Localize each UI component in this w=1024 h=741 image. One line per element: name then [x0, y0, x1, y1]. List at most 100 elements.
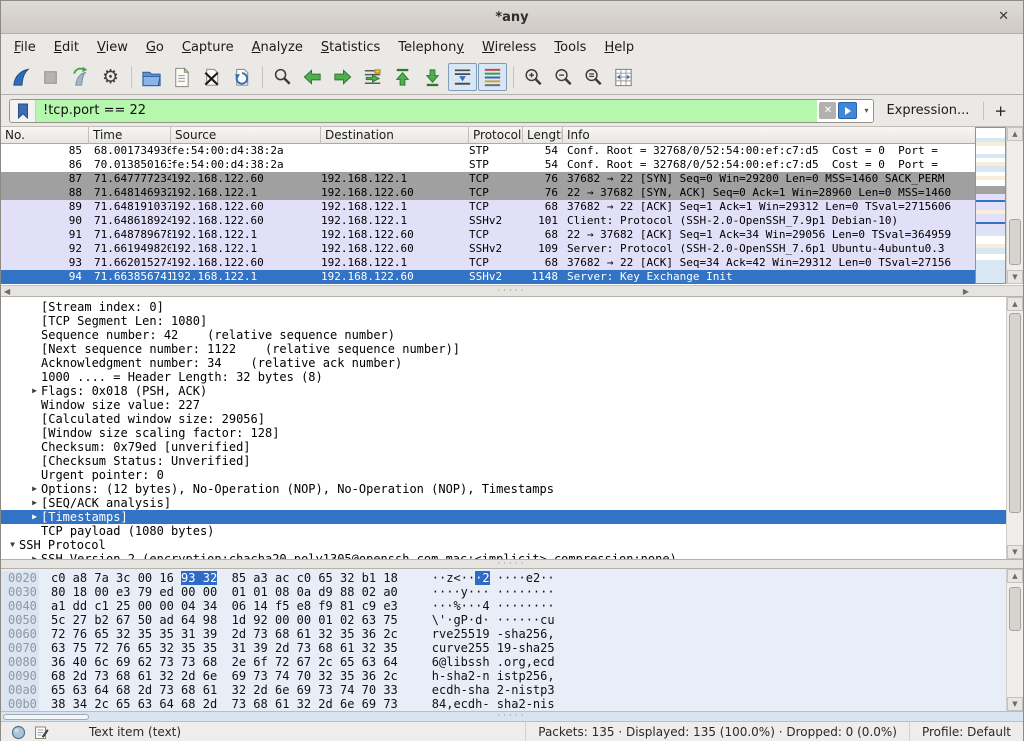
scrollbar-thumb[interactable] [1009, 219, 1021, 265]
column-header-length[interactable]: Length [523, 127, 563, 144]
profile-text[interactable]: Profile: Default [910, 725, 1023, 739]
hex-row[interactable]: 008036 40 6c 69 62 73 73 68 2e 6f 72 67 … [1, 655, 1008, 669]
go-back-button[interactable] [298, 63, 327, 91]
scrollbar-thumb[interactable] [1009, 313, 1021, 513]
zoom-out-button[interactable] [549, 63, 578, 91]
hex-row[interactable]: 0040a1 dd c1 25 00 00 04 34 06 14 f5 e8 … [1, 599, 1008, 613]
bytes-vscrollbar[interactable]: ▲ ▼ [1006, 569, 1023, 711]
expander-icon[interactable]: ▶ [28, 496, 41, 510]
detail-line[interactable]: Sequence number: 42 (relative sequence n… [1, 328, 1008, 342]
scrollbar-thumb[interactable] [1009, 587, 1021, 631]
resize-columns-button[interactable] [609, 63, 638, 91]
scrollbar-thumb[interactable] [3, 714, 89, 720]
find-packet-button[interactable] [268, 63, 297, 91]
menu-analyze[interactable]: Analyze [243, 36, 312, 59]
zoom-in-button[interactable] [519, 63, 548, 91]
column-header-protocol[interactable]: Protocol [469, 127, 523, 144]
expander-icon[interactable]: ▶ [28, 384, 41, 398]
splitter-handle[interactable]: ····· [497, 560, 526, 569]
packet-row-85[interactable]: 8568.001734936fe:54:00:d4:38:2aSTP54Conf… [1, 144, 977, 158]
scroll-right-arrow-icon[interactable]: ▶ [963, 287, 969, 296]
detail-line[interactable]: [Checksum Status: Unverified] [1, 454, 1008, 468]
hex-row[interactable]: 00a065 63 64 68 2d 73 68 61 32 2d 6e 69 … [1, 683, 1008, 697]
filter-history-dropdown[interactable]: ▾ [859, 100, 873, 122]
filter-apply-button[interactable] [838, 102, 857, 119]
menu-tools[interactable]: Tools [545, 36, 595, 59]
menu-capture[interactable]: Capture [173, 36, 243, 59]
filter-clear-button[interactable]: ✕ [819, 102, 836, 119]
detail-line[interactable]: TCP payload (1080 bytes) [1, 524, 1008, 538]
open-file-button[interactable] [137, 63, 166, 91]
menu-go[interactable]: Go [137, 36, 173, 59]
scroll-up-arrow-icon[interactable]: ▲ [1007, 569, 1023, 583]
expander-icon[interactable]: ▼ [6, 538, 19, 552]
hex-row[interactable]: 00b038 34 2c 65 63 64 68 2d 73 68 61 32 … [1, 697, 1008, 711]
detail-line[interactable]: Urgent pointer: 0 [1, 468, 1008, 482]
expert-info-icon[interactable] [11, 725, 26, 740]
scroll-down-arrow-icon[interactable]: ▼ [1007, 697, 1023, 711]
scroll-down-arrow-icon[interactable]: ▼ [1007, 545, 1023, 559]
expression-button[interactable]: Expression... [874, 103, 983, 118]
expander-icon[interactable]: ▶ [28, 482, 41, 496]
restart-capture-button[interactable] [66, 63, 95, 91]
menu-view[interactable]: View [88, 36, 137, 59]
detail-line[interactable]: [Window size scaling factor: 128] [1, 426, 1008, 440]
start-capture-button[interactable] [6, 63, 35, 91]
bytes-hscrollbar[interactable]: ····· [1, 711, 1023, 721]
go-to-first-packet-button[interactable] [388, 63, 417, 91]
splitter-handle[interactable]: ····· [497, 287, 526, 296]
display-filter-input[interactable]: !tcp.port == 22 [36, 100, 817, 122]
detail-line[interactable]: [Calculated window size: 29056] [1, 412, 1008, 426]
intelligent-scrollbar-minimap[interactable] [975, 127, 1006, 284]
packet-row-94-selected[interactable]: 9471.663856741192.168.122.1192.168.122.6… [1, 270, 977, 284]
hex-row[interactable]: 006072 76 65 32 35 35 31 39 2d 73 68 61 … [1, 627, 1008, 641]
menu-edit[interactable]: Edit [45, 36, 88, 59]
capture-comment-icon[interactable] [34, 725, 49, 740]
menu-help[interactable]: Help [595, 36, 643, 59]
packet-row-88[interactable]: 8871.648146932192.168.122.1192.168.122.6… [1, 186, 977, 200]
capture-options-button[interactable]: ⚙ [96, 63, 125, 91]
detail-line[interactable]: Acknowledgment number: 34 (relative ack … [1, 356, 1008, 370]
detail-line-flags[interactable]: ▶Flags: 0x018 (PSH, ACK) [1, 384, 1008, 398]
hex-row[interactable]: 009068 2d 73 68 61 32 2d 6e 69 73 74 70 … [1, 669, 1008, 683]
detail-line[interactable]: Window size value: 227 [1, 398, 1008, 412]
scroll-up-arrow-icon[interactable]: ▲ [1007, 127, 1023, 141]
hex-row[interactable]: 003080 18 00 e3 79 ed 00 00 01 01 08 0a … [1, 585, 1008, 599]
hex-row[interactable]: 00505c 27 b2 67 50 ad 64 98 1d 92 00 00 … [1, 613, 1008, 627]
details-bytes-splitter[interactable]: ····· [1, 559, 1023, 569]
hex-row[interactable]: 0020c0 a8 7a 3c 00 16 93 32 85 a3 ac c0 … [1, 571, 1008, 585]
scroll-down-arrow-icon[interactable]: ▼ [1007, 270, 1023, 284]
packet-list-hscrollbar[interactable]: ◀ ····· ▶ [1, 285, 1023, 297]
packet-row-93[interactable]: 9371.662015274192.168.122.60192.168.122.… [1, 256, 977, 270]
filter-bookmark-button[interactable] [10, 100, 36, 122]
scroll-left-arrow-icon[interactable]: ◀ [4, 287, 10, 296]
details-vscrollbar[interactable]: ▲ ▼ [1006, 297, 1023, 559]
column-header-time[interactable]: Time [89, 127, 171, 144]
packet-row-91[interactable]: 9171.648789678192.168.122.1192.168.122.6… [1, 228, 977, 242]
close-window-icon[interactable]: ✕ [998, 9, 1009, 24]
detail-line-ssh-protocol[interactable]: ▼SSH Protocol [1, 538, 1008, 552]
colorize-button[interactable] [478, 63, 507, 91]
column-header-no[interactable]: No. [1, 127, 89, 144]
reload-file-button[interactable] [227, 63, 256, 91]
auto-scroll-button[interactable] [448, 63, 477, 91]
detail-line[interactable]: [Next sequence number: 1122 (relative se… [1, 342, 1008, 356]
packet-row-87[interactable]: 8771.647777234192.168.122.60192.168.122.… [1, 172, 977, 186]
menu-wireless[interactable]: Wireless [473, 36, 545, 59]
zoom-normal-button[interactable] [579, 63, 608, 91]
column-header-source[interactable]: Source [171, 127, 321, 144]
go-to-packet-button[interactable] [358, 63, 387, 91]
detail-line[interactable]: [Stream index: 0] [1, 300, 1008, 314]
expander-icon[interactable]: ▶ [28, 552, 41, 559]
menu-file[interactable]: File [5, 36, 45, 59]
detail-line[interactable]: 1000 .... = Header Length: 32 bytes (8) [1, 370, 1008, 384]
go-forward-button[interactable] [328, 63, 357, 91]
go-to-last-packet-button[interactable] [418, 63, 447, 91]
detail-line[interactable]: Checksum: 0x79ed [unverified] [1, 440, 1008, 454]
detail-line[interactable]: [TCP Segment Len: 1080] [1, 314, 1008, 328]
packet-row-89[interactable]: 8971.648191037192.168.122.60192.168.122.… [1, 200, 977, 214]
packet-row-86[interactable]: 8670.013850163fe:54:00:d4:38:2aSTP54Conf… [1, 158, 977, 172]
detail-line-seq-ack[interactable]: ▶[SEQ/ACK analysis] [1, 496, 1008, 510]
column-header-info[interactable]: Info [563, 127, 977, 144]
stop-capture-button[interactable] [36, 63, 65, 91]
